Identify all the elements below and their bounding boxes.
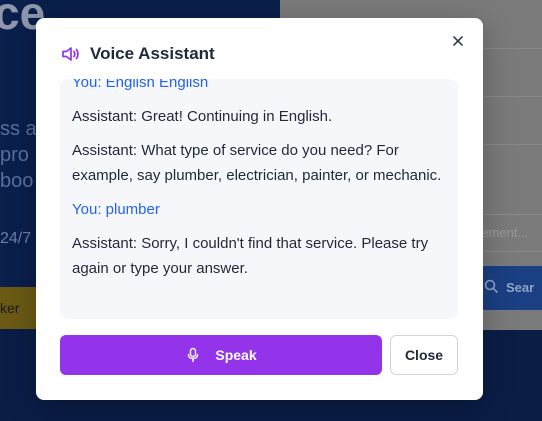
microphone-icon (185, 347, 201, 363)
screen: ce ss al pro boo 24/7 ker rement... Sear (0, 0, 542, 421)
search-icon (484, 267, 498, 310)
background-cta-button: ker (0, 287, 40, 329)
background-cta-label: ker (0, 300, 20, 316)
user-message: You: plumber (72, 201, 160, 218)
close-icon[interactable] (451, 34, 465, 48)
background-search-button-label: Sear (506, 280, 535, 295)
conversation-transcript[interactable]: You: English English Assistant: Great! C… (60, 79, 458, 319)
dialog-header: Voice Assistant (60, 42, 215, 66)
dialog-title: Voice Assistant (90, 44, 215, 63)
assistant-message: Assistant: Sorry, I couldn't find that s… (72, 235, 429, 277)
background-hours-text: 24/7 (0, 230, 32, 247)
background-description-line: pro (0, 144, 29, 166)
user-message: You: English English (72, 79, 209, 91)
transcript-messages: You: English English Assistant: Great! C… (72, 79, 446, 290)
voice-assistant-dialog: Voice Assistant You: English English Ass… (36, 18, 483, 400)
background-description-line: ss al (0, 118, 40, 140)
speaker-icon (60, 43, 82, 65)
background-description: ss al pro boo (0, 116, 40, 194)
close-button[interactable]: Close (390, 335, 458, 375)
speak-button[interactable]: Speak (60, 335, 382, 375)
assistant-message: Assistant: What type of service do you n… (72, 142, 442, 184)
background-description-line: boo (0, 170, 34, 192)
assistant-message: Assistant: Great! Continuing in English. (72, 108, 333, 125)
speak-button-label: Speak (215, 347, 257, 363)
